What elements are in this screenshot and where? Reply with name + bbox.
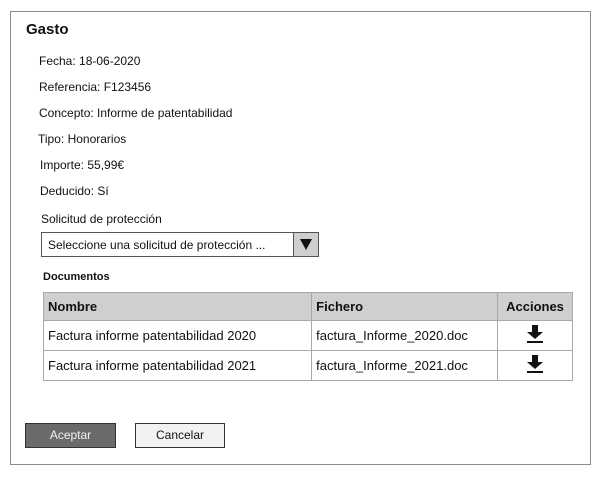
solicitud-selected-value: Seleccione una solicitud de protección .… [48, 238, 266, 252]
table-row: Factura informe patentabilidad 2020 fact… [42, 320, 573, 351]
accept-button[interactable]: Aceptar [25, 423, 116, 448]
column-header-nombre: Nombre [42, 292, 313, 321]
cell-fichero: factura_Informe_2021.doc [311, 350, 499, 381]
column-header-acciones: Acciones [497, 292, 573, 321]
field-concepto: Concepto: Informe de patentabilidad [39, 106, 233, 120]
field-deducido: Deducido: Sí [40, 184, 109, 198]
cell-acciones [497, 350, 573, 381]
download-icon[interactable] [527, 325, 544, 346]
dialog-title: Gasto [26, 21, 69, 38]
solicitud-label: Solicitud de protección [41, 212, 162, 226]
cell-acciones [497, 320, 573, 351]
field-tipo: Tipo: Honorarios [38, 132, 127, 146]
table-header-row: Nombre Fichero Acciones [42, 292, 573, 321]
download-icon[interactable] [527, 355, 544, 376]
documents-heading: Documentos [43, 271, 110, 283]
dropdown-arrow-button[interactable] [293, 233, 318, 256]
field-referencia: Referencia: F123456 [39, 80, 152, 94]
field-fecha: Fecha: 18-06-2020 [39, 54, 141, 68]
documents-table: Nombre Fichero Acciones Factura informe … [42, 292, 573, 381]
column-header-fichero: Fichero [311, 292, 499, 321]
triangle-down-icon [300, 239, 312, 250]
table-row: Factura informe patentabilidad 2021 fact… [42, 350, 573, 381]
cell-nombre: Factura informe patentabilidad 2020 [42, 320, 313, 351]
solicitud-select[interactable]: Seleccione una solicitud de protección .… [41, 232, 319, 257]
cell-fichero: factura_Informe_2020.doc [311, 320, 499, 351]
field-importe: Importe: 55,99€ [40, 158, 125, 172]
cancel-button[interactable]: Cancelar [135, 423, 225, 448]
cell-nombre: Factura informe patentabilidad 2021 [42, 350, 313, 381]
